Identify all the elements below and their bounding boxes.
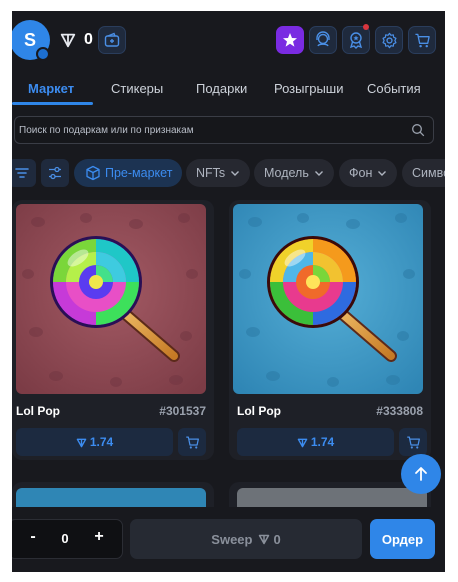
gift-title: Lol Pop (237, 404, 281, 418)
gift-card[interactable]: Lol Pop #333808 1.74 (229, 200, 431, 460)
symbol-filter-label: Симво (412, 166, 445, 180)
wallet-button[interactable] (98, 26, 126, 54)
model-filter[interactable]: Модель (254, 159, 334, 187)
chevron-down-icon (314, 171, 323, 176)
avatar-letter: S (23, 29, 36, 50)
gift-image (233, 204, 423, 394)
background-filter[interactable]: Фон (339, 159, 398, 187)
add-to-cart-button[interactable] (399, 428, 427, 456)
cart-icon (414, 33, 430, 47)
ton-icon (297, 438, 308, 447)
search-icon[interactable] (411, 123, 425, 137)
nfts-filter[interactable]: NFTs (186, 159, 251, 187)
gift-title: Lol Pop (16, 404, 60, 418)
ton-icon (60, 33, 76, 48)
chevron-down-icon (231, 171, 240, 176)
chevron-down-icon (378, 171, 387, 176)
price-value: 1.74 (310, 435, 335, 449)
gift-card[interactable]: Lol Pop #301537 1.74 (12, 200, 214, 460)
order-button[interactable]: Ордер (370, 519, 435, 559)
gift-number: #301537 (159, 404, 206, 418)
increment-button[interactable]: + (89, 528, 109, 546)
header: S 0 (12, 11, 445, 71)
award-icon (349, 32, 363, 49)
avatar-badge-icon (36, 47, 50, 61)
add-to-cart-button[interactable] (178, 428, 206, 456)
wallet-add-icon (104, 32, 120, 47)
main-tabs: Маркет Стикеры Подарки Розыгрыши События (12, 73, 445, 107)
tab-stickers[interactable]: Стикеры (111, 81, 163, 96)
scroll-top-button[interactable] (401, 454, 441, 494)
filter-settings-button[interactable] (41, 159, 69, 187)
support-button[interactable] (309, 26, 337, 54)
tab-events[interactable]: События (367, 81, 421, 96)
tab-market[interactable]: Маркет (28, 81, 74, 96)
star-icon (283, 33, 297, 47)
sweep-value: 0 (273, 531, 281, 547)
sweep-label: Sweep (211, 531, 253, 547)
sort-icon (15, 168, 29, 178)
ton-icon (76, 438, 87, 447)
price-value: 1.74 (89, 435, 114, 449)
sort-button[interactable] (12, 159, 36, 187)
lollipop-image (16, 204, 206, 394)
symbol-filter[interactable]: Симво (402, 159, 445, 187)
tab-giveaways[interactable]: Розыгрыши (274, 81, 344, 96)
settings-button[interactable] (375, 26, 403, 54)
sweep-button[interactable]: Sweep 0 (130, 519, 362, 559)
lollipop-image (233, 204, 423, 394)
model-filter-label: Модель (264, 166, 309, 180)
cart-icon (185, 435, 199, 449)
notification-dot (363, 24, 369, 30)
sliders-icon (49, 166, 61, 180)
active-tab-indicator (12, 102, 93, 105)
support-icon (316, 31, 330, 47)
rewards-button[interactable] (342, 26, 370, 54)
quantity-stepper: - 0 + (12, 519, 123, 559)
nfts-filter-label: NFTs (196, 166, 226, 180)
cart-button[interactable] (408, 26, 436, 54)
gift-image (16, 204, 206, 394)
decrement-button[interactable]: - (23, 528, 43, 546)
gift-number: #333808 (376, 404, 423, 418)
balance-value: 0 (84, 31, 93, 48)
arrow-up-icon (415, 467, 427, 481)
quantity-value[interactable]: 0 (53, 531, 77, 546)
tab-gifts[interactable]: Подарки (196, 81, 247, 96)
bottom-action-bar: - 0 + Sweep 0 Ордер (12, 507, 445, 572)
order-label: Ордер (381, 531, 424, 547)
cube-icon (86, 165, 100, 181)
gear-icon (381, 32, 397, 48)
search-input[interactable] (19, 117, 404, 143)
premarket-label: Пре-маркет (105, 166, 173, 180)
premarket-chip[interactable]: Пре-маркет (74, 159, 183, 187)
premium-button[interactable] (276, 26, 304, 54)
search-box (14, 116, 434, 144)
cart-icon (406, 435, 420, 449)
buy-button[interactable]: 1.74 (16, 428, 173, 456)
background-filter-label: Фон (349, 166, 373, 180)
buy-button[interactable]: 1.74 (237, 428, 394, 456)
ton-icon (259, 534, 270, 545)
filter-bar: Пре-маркет NFTs Модель Фон Симво (12, 158, 445, 188)
app-window: S 0 Маркет Стикеры Подарки Розыгрыши Соб… (12, 11, 445, 572)
